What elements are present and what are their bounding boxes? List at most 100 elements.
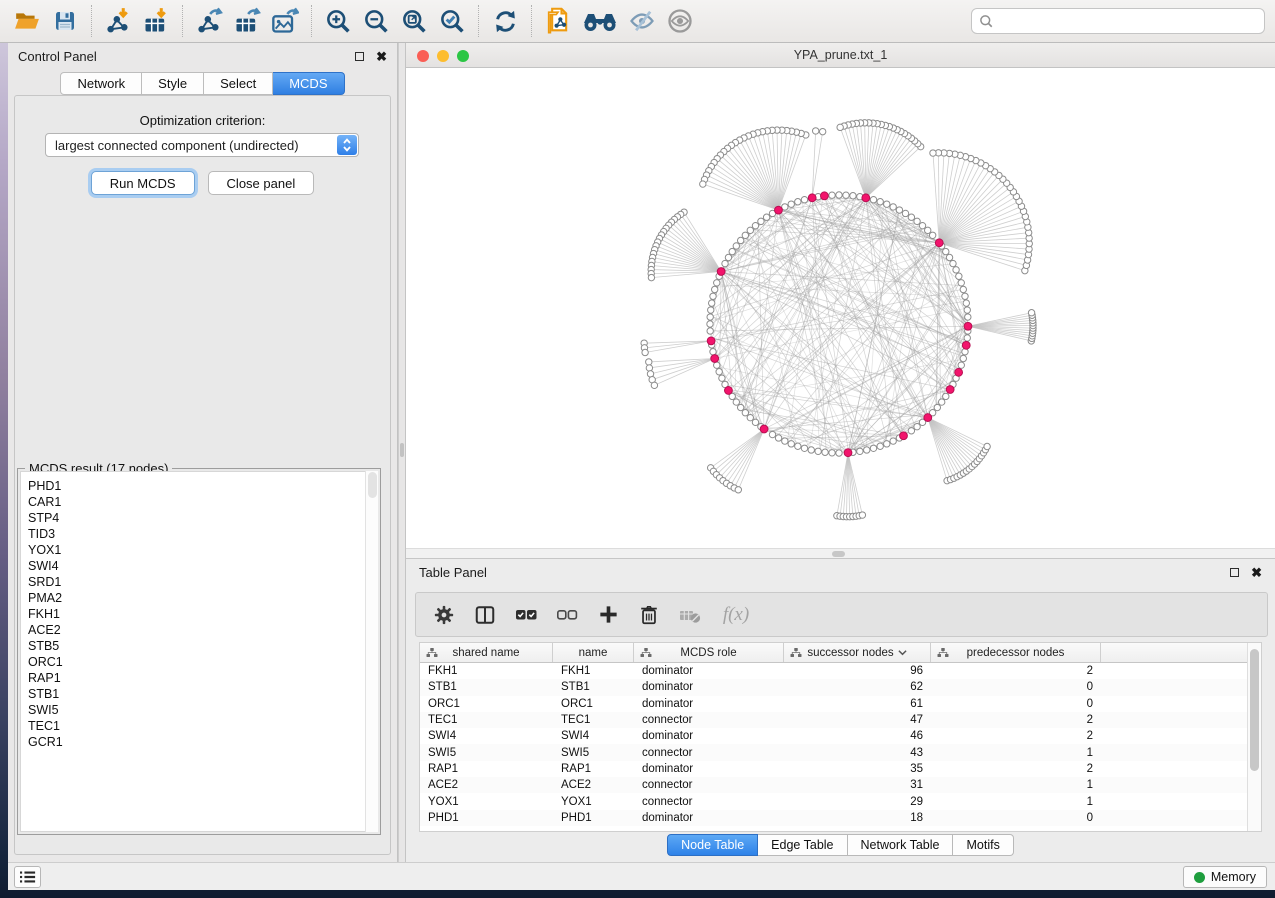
table-cell[interactable]: STB1: [553, 681, 634, 693]
network-node[interactable]: [782, 438, 788, 444]
network-graph[interactable]: [406, 68, 1275, 548]
network-node[interactable]: [752, 222, 758, 228]
network-node[interactable]: [788, 201, 794, 207]
network-leaf-node[interactable]: [837, 124, 843, 130]
mcds-result-item[interactable]: GCR1: [28, 734, 377, 750]
table-cell[interactable]: connector: [634, 714, 784, 726]
network-node[interactable]: [758, 218, 764, 224]
zoom-out-icon[interactable]: [359, 4, 393, 38]
save-session-icon[interactable]: [48, 4, 82, 38]
tab-node-table[interactable]: Node Table: [667, 834, 758, 856]
network-node[interactable]: [884, 201, 890, 207]
tab-select[interactable]: Select: [204, 72, 273, 95]
run-mcds-button[interactable]: Run MCDS: [91, 171, 195, 195]
network-window-titlebar[interactable]: YPA_prune.txt_1: [406, 43, 1275, 68]
network-node[interactable]: [707, 321, 713, 327]
network-node[interactable]: [795, 199, 801, 205]
function-builder-icon[interactable]: f(x): [719, 603, 753, 627]
memory-button[interactable]: Memory: [1183, 866, 1267, 888]
close-panel-button[interactable]: Close panel: [208, 171, 315, 195]
network-node[interactable]: [965, 314, 971, 320]
add-row-icon[interactable]: [596, 603, 620, 627]
mcds-hub-node[interactable]: [946, 386, 954, 394]
network-node[interactable]: [714, 362, 720, 368]
network-node[interactable]: [716, 369, 722, 375]
mcds-result-item[interactable]: PHD1: [28, 478, 377, 494]
mcds-hub-node[interactable]: [820, 192, 828, 200]
network-node[interactable]: [960, 286, 966, 292]
table-cell[interactable]: 2: [931, 763, 1101, 775]
network-node[interactable]: [946, 254, 952, 260]
network-node[interactable]: [958, 362, 964, 368]
network-node[interactable]: [953, 267, 959, 273]
window-close-icon[interactable]: [417, 50, 429, 62]
network-leaf-node[interactable]: [642, 349, 648, 355]
network-search-box[interactable]: [971, 8, 1265, 34]
column-header-MCDS-role[interactable]: MCDS role: [634, 643, 784, 662]
mcds-hub-node[interactable]: [808, 194, 816, 202]
mcds-result-item[interactable]: ACE2: [28, 622, 377, 638]
network-node[interactable]: [707, 314, 713, 320]
table-cell[interactable]: 1: [931, 779, 1101, 791]
network-node[interactable]: [943, 393, 949, 399]
mcds-hub-node[interactable]: [844, 449, 852, 457]
network-leaf-node[interactable]: [984, 443, 990, 449]
network-node[interactable]: [747, 414, 753, 420]
mcds-hub-node[interactable]: [955, 368, 963, 376]
mcds-result-item[interactable]: TEC1: [28, 718, 377, 734]
float-panel-icon[interactable]: [1230, 568, 1239, 577]
mcds-result-scrollbar[interactable]: [365, 471, 378, 832]
network-leaf-node[interactable]: [859, 512, 865, 518]
mcds-hub-node[interactable]: [962, 341, 970, 349]
network-node[interactable]: [896, 207, 902, 213]
network-node[interactable]: [733, 399, 739, 405]
table-cell[interactable]: dominator: [634, 763, 784, 775]
network-node[interactable]: [857, 448, 863, 454]
table-row[interactable]: ORC1ORC1dominator610: [420, 696, 1247, 712]
network-node[interactable]: [877, 199, 883, 205]
table-row[interactable]: ACE2ACE2connector311: [420, 777, 1247, 793]
table-cell[interactable]: 0: [931, 812, 1101, 824]
network-node[interactable]: [914, 218, 920, 224]
table-cell[interactable]: connector: [634, 796, 784, 808]
table-cell[interactable]: ORC1: [553, 698, 634, 710]
open-session-icon[interactable]: [10, 4, 44, 38]
network-node[interactable]: [902, 210, 908, 216]
panel-splitter[interactable]: [398, 43, 406, 862]
close-panel-icon[interactable]: ✖: [376, 52, 387, 61]
mcds-hub-node[interactable]: [707, 337, 715, 345]
network-node[interactable]: [934, 404, 940, 410]
network-node[interactable]: [801, 197, 807, 203]
show-column-panel-icon[interactable]: [473, 603, 497, 627]
table-cell[interactable]: dominator: [634, 681, 784, 693]
delete-table-icon[interactable]: [678, 603, 702, 627]
table-row[interactable]: PHD1PHD1dominator180: [420, 810, 1247, 826]
network-node[interactable]: [950, 260, 956, 266]
table-cell[interactable]: ORC1: [420, 698, 553, 710]
network-leaf-node[interactable]: [819, 128, 825, 134]
export-network-icon[interactable]: [192, 4, 226, 38]
mcds-result-item[interactable]: YOX1: [28, 542, 377, 558]
network-node[interactable]: [737, 237, 743, 243]
network-node[interactable]: [960, 355, 966, 361]
network-node[interactable]: [877, 443, 883, 449]
network-node[interactable]: [708, 307, 714, 313]
network-node[interactable]: [710, 349, 716, 355]
table-cell[interactable]: 35: [784, 763, 931, 775]
select-all-icon[interactable]: [514, 603, 538, 627]
mcds-result-item[interactable]: FKH1: [28, 606, 377, 622]
mcds-result-item[interactable]: RAP1: [28, 670, 377, 686]
mcds-hub-node[interactable]: [775, 206, 783, 214]
mcds-result-item[interactable]: CAR1: [28, 494, 377, 510]
export-table-icon[interactable]: [230, 4, 264, 38]
network-node[interactable]: [822, 449, 828, 455]
network-leaf-node[interactable]: [1028, 310, 1034, 316]
table-cell[interactable]: 61: [784, 698, 931, 710]
network-node[interactable]: [725, 254, 731, 260]
network-node[interactable]: [964, 335, 970, 341]
network-node[interactable]: [908, 214, 914, 220]
table-cell[interactable]: TEC1: [420, 714, 553, 726]
float-panel-icon[interactable]: [355, 52, 364, 61]
network-leaf-node[interactable]: [812, 128, 818, 134]
tab-network[interactable]: Network: [60, 72, 142, 95]
